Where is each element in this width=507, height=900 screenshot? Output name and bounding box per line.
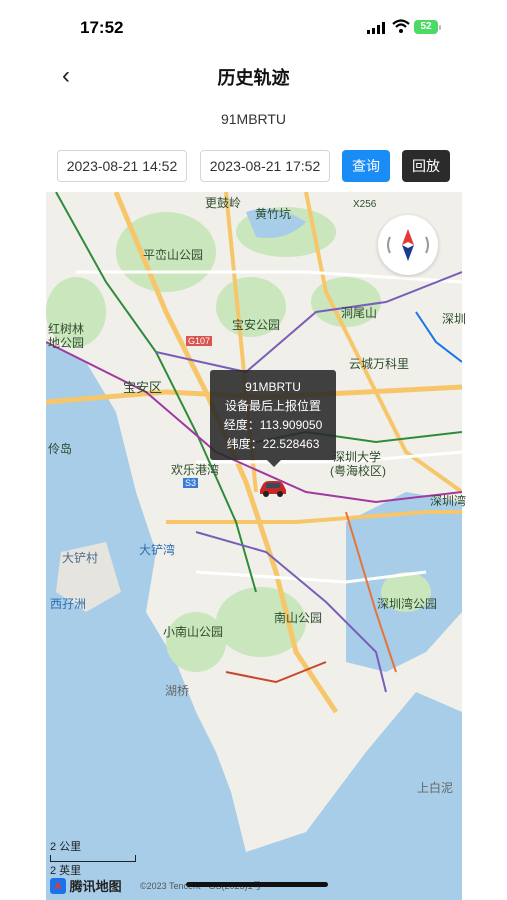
home-indicator	[186, 882, 328, 887]
map-label: (粤海校区)	[330, 464, 386, 478]
tooltip-lat: 22.528463	[262, 437, 320, 451]
map-label: 平峦山公园	[143, 248, 204, 262]
map-scale: 2 公里 2 英里	[50, 838, 136, 878]
page-title: 历史轨迹	[217, 68, 290, 88]
map-label: 地公园	[48, 336, 85, 350]
map-view[interactable]	[46, 192, 462, 900]
map-label: X256	[353, 199, 377, 210]
map-label: 洞尾山	[341, 306, 378, 320]
map-label: 更鼓岭	[205, 196, 242, 210]
battery-cap	[439, 25, 441, 30]
search-button[interactable]: 查询	[342, 150, 390, 182]
map-label: 小南山公园	[163, 625, 224, 639]
tooltip-desc: 设备最后上报位置	[224, 399, 321, 413]
compass-button[interactable]	[378, 215, 438, 275]
scale-km: 2 公里	[50, 841, 82, 853]
map-label: 宝安区	[123, 380, 163, 395]
scale-bar	[50, 855, 136, 862]
signal-icon	[367, 22, 385, 34]
tooltip-lng: 113.909050	[259, 418, 323, 432]
map-canvas	[46, 192, 462, 900]
map-label: 南山公园	[274, 611, 323, 625]
map-label: 云城万科里	[349, 357, 410, 371]
tooltip-lng-label: 经度：	[223, 418, 260, 432]
tooltip-lat-row: 纬度：22.528463	[210, 435, 336, 454]
map-label: 深圳湾	[430, 494, 467, 508]
road-shield: S3	[183, 478, 199, 488]
location-tooltip: 91MBRTU 设备最后上报位置 经度：113.909050 纬度：22.528…	[210, 370, 336, 460]
map-label: 湖桥	[165, 684, 190, 698]
map-logo-text: 腾讯地图	[69, 879, 122, 894]
map-label: 宝安公园	[232, 318, 281, 332]
battery-icon: 52	[414, 20, 438, 34]
map-label: 欢乐港湾	[171, 463, 220, 477]
map-label: 大铲湾	[139, 543, 176, 557]
map-label: 深圳	[442, 312, 467, 326]
map-label: 深圳湾公园	[377, 597, 438, 611]
compass-icon	[387, 229, 429, 261]
tencent-map-icon	[50, 878, 66, 894]
wifi-icon	[392, 19, 410, 33]
map-label: 伶岛	[48, 442, 73, 456]
status-time: 17:52	[80, 18, 124, 37]
tooltip-lng-row: 经度：113.909050	[210, 416, 336, 435]
map-label: 大铲村	[62, 551, 99, 565]
tooltip-arrow	[267, 460, 281, 467]
car-marker-icon[interactable]	[257, 478, 289, 498]
start-time-input[interactable]: 2023-08-21 14:52	[57, 150, 187, 182]
map-label: 西孖洲	[50, 597, 87, 611]
end-time-input[interactable]: 2023-08-21 17:52	[200, 150, 330, 182]
map-label: 上白泥	[417, 781, 454, 795]
status-bar: 17:52 52	[0, 0, 507, 56]
tooltip-plate: 91MBRTU	[245, 380, 301, 394]
road-shield: G107	[186, 336, 213, 346]
map-logo: 腾讯地图	[50, 876, 122, 895]
vehicle-plate: 91MBRTU	[220, 111, 287, 127]
tooltip-lat-label: 纬度：	[226, 437, 263, 451]
map-label: 黄竹坑	[255, 207, 292, 221]
replay-button[interactable]: 回放	[402, 150, 450, 182]
